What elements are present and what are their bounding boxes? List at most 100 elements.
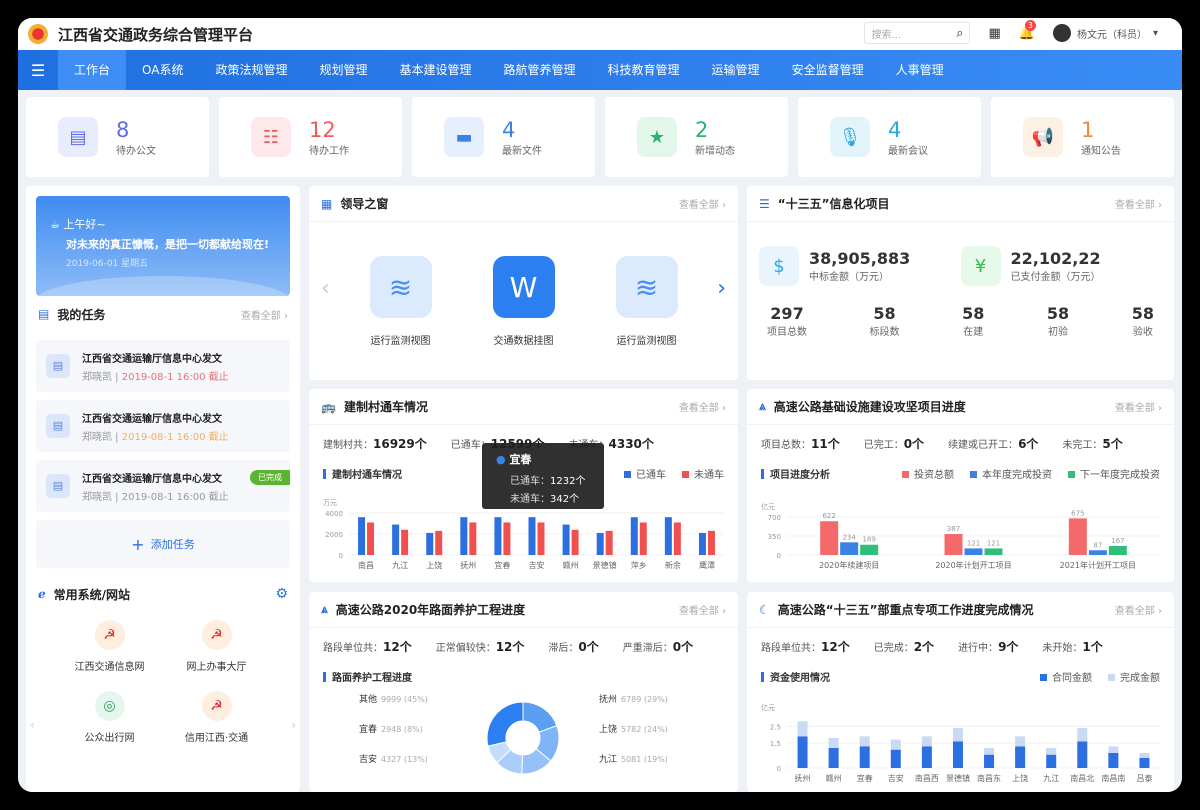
highway-view-all[interactable]: 查看全部 › (1115, 399, 1162, 414)
pavement-view-all[interactable]: 查看全部 › (679, 602, 726, 617)
carousel-prev-icon[interactable]: ‹ (321, 276, 330, 301)
leader-view-all[interactable]: 查看全部 › (679, 196, 726, 211)
count-value: 58 (873, 304, 896, 323)
stat-card[interactable]: ▤ 8 待办公文 (26, 97, 209, 177)
stat-card[interactable]: ☷ 12 待办工作 (219, 97, 402, 177)
summary-key: 正常偏较快： (435, 643, 496, 654)
bar (664, 517, 672, 555)
info-projects-card: ☰ “十三五”信息化项目 查看全部 › $38,905,883 中标金额（万元） ¥2… (747, 186, 1174, 380)
nav-item[interactable]: 运输管理 (696, 50, 776, 90)
x-tick-label: 南昌 (358, 560, 374, 570)
x-tick-label: 鹰潭 (699, 560, 715, 570)
nav-item[interactable]: 基本建设管理 (384, 50, 488, 90)
bell-icon[interactable]: 🔔 3 (1019, 19, 1036, 41)
app-window: 江西省交通政务综合管理平台 搜索... ⌕ ▦ 🔔 3 杨文元（科员） ▾ ☰ 工作台 O… (18, 18, 1182, 792)
bar (435, 530, 443, 555)
bar (1108, 746, 1119, 753)
stat-card[interactable]: ▬ 4 最新文件 (412, 97, 595, 177)
info-view-all[interactable]: 查看全部 › (1115, 196, 1162, 211)
legend-item[interactable]: 完成金额 (1108, 669, 1160, 684)
special-subtitle: 资金使用情况 合同金额 完成金额 (747, 665, 1174, 688)
task-item[interactable]: ▤ 江西省交通运输厅信息中心发文 郑晓凯 | 2019-08-1 16:00 截止 已… (36, 460, 290, 512)
portal-list: ≋ 运行监测视图 W 交通数据挂图 ≋ 运行监测视图 (309, 222, 738, 347)
special-view-all[interactable]: 查看全部 › (1115, 602, 1162, 617)
task-item[interactable]: ▤ 江西省交通运输厅信息中心发文 郑晓凯 | 2019-08-1 16:00 截止 (36, 400, 290, 452)
site-link[interactable]: ☭ 信用江西·交通 (163, 691, 270, 744)
bar (859, 736, 870, 747)
chart-legend: 投资总额 本年度完成投资 下一年度完成投资 (902, 466, 1160, 481)
tooltip-title: 宜春 (509, 453, 532, 466)
task-title: 江西省交通运输厅信息中心发文 (82, 413, 222, 425)
tasks-view-all[interactable]: 查看全部 › (241, 307, 288, 322)
count-label: 初验 (1048, 327, 1069, 338)
portal-item[interactable]: W 交通数据挂图 (492, 256, 555, 347)
bar (596, 532, 604, 555)
nav-item[interactable]: 科技教育管理 (592, 50, 696, 90)
x-tick-label: 南昌南 (1101, 773, 1125, 783)
search-input[interactable]: 搜索... ⌕ (864, 22, 971, 44)
stat-number: 1 (1081, 117, 1095, 142)
count-label: 在建 (963, 327, 984, 338)
task-item[interactable]: ▤ 江西省交通运输厅信息中心发文 郑晓凯 | 2019-08-1 16:00 截止 (36, 340, 290, 392)
summary-value: 0个 (578, 640, 599, 654)
nav-item[interactable]: OA系统 (126, 50, 199, 90)
stat-card[interactable]: ★ 2 新增动态 (605, 97, 788, 177)
task-owner: 郑晓凯 | (82, 371, 122, 383)
portal-item[interactable]: ≋ 运行监测视图 (369, 256, 432, 347)
nav-item[interactable]: 路航管养管理 (488, 50, 592, 90)
portal-item[interactable]: ≋ 运行监测视图 (615, 256, 678, 347)
user-menu[interactable]: 杨文元（科员） ▾ (1052, 24, 1158, 42)
special-title: 高速公路“十三五”部重点专项工作进度完成情况 (777, 603, 1034, 617)
bar (1068, 518, 1087, 555)
grid-icon: ▦ (321, 196, 333, 211)
search-icon[interactable]: ⌕ (956, 26, 963, 41)
main-nav: ☰ 工作台 OA系统 政策法规管理 规划管理 基本建设管理 路航管养管理 科技教育管理 运输管理… (18, 50, 1182, 90)
subtitle-text: 资金使用情况 (770, 673, 830, 684)
chevron-left-icon[interactable]: ‹ (30, 718, 35, 732)
chevron-right-icon[interactable]: › (291, 718, 296, 732)
y-unit-label: 亿元 (761, 703, 775, 712)
bar (1015, 746, 1026, 768)
x-tick-label: 九江 (392, 561, 408, 570)
y-tick-label: 0 (777, 765, 781, 773)
nav-item[interactable]: 规划管理 (303, 50, 383, 90)
legend-item[interactable]: 下一年度完成投资 (1068, 466, 1160, 481)
add-task-button[interactable]: + 添加任务 (36, 520, 290, 568)
legend-item[interactable]: 投资总额 (902, 466, 954, 481)
site-link[interactable]: ☭ 江西交通信息网 (56, 620, 163, 673)
x-tick-label: 赣州 (826, 773, 842, 783)
tooltip-value: 342个 (550, 494, 580, 505)
menu-icon[interactable]: ☰ (18, 61, 58, 80)
bar (639, 522, 647, 555)
legend-label: 完成金额 (1120, 673, 1160, 684)
bar (358, 517, 366, 555)
site-grid: ☭ 江西交通信息网 ☭ 网上办事大厅 ◎ 公众出行网 ☭ 信用江西·交通 (26, 612, 300, 752)
data-label: 387 (947, 525, 960, 533)
notification-badge: 3 (1024, 19, 1036, 31)
stat-label: 待办公文 (116, 145, 156, 157)
nav-item[interactable]: 人事管理 (880, 50, 960, 90)
slice-value: 4327 (13%) (381, 755, 428, 764)
add-task-label: 添加任务 (150, 538, 195, 551)
bar (503, 522, 511, 555)
nav-item[interactable]: 政策法规管理 (199, 50, 303, 90)
legend-item[interactable]: 未通车 (682, 466, 724, 481)
site-link[interactable]: ☭ 网上办事大厅 (163, 620, 270, 673)
legend-item[interactable]: 合同金额 (1040, 669, 1092, 684)
village-view-all[interactable]: 查看全部 › (679, 399, 726, 414)
summary-value: 12个 (495, 640, 525, 654)
apps-grid-icon[interactable]: ▦ (988, 26, 1000, 41)
summary-key: 未开始： (1042, 643, 1083, 654)
site-link[interactable]: ◎ 公众出行网 (56, 691, 163, 744)
count-label: 验收 (1132, 327, 1153, 338)
legend-item[interactable]: 已通车 (624, 466, 666, 481)
nav-item[interactable]: 安全监督管理 (776, 50, 880, 90)
slice-value: 9999 (45%) (381, 695, 428, 704)
stat-card[interactable]: 📢 1 通知公告 (991, 97, 1174, 177)
legend-item[interactable]: 本年度完成投资 (970, 466, 1052, 481)
settings-gear-icon[interactable]: ⚙ (275, 586, 288, 602)
carousel-next-icon[interactable]: › (717, 276, 726, 301)
stat-card[interactable]: 🎙 4 最新会议 (798, 97, 981, 177)
emblem-icon: ☭ (201, 691, 232, 721)
nav-item[interactable]: 工作台 (58, 50, 127, 90)
